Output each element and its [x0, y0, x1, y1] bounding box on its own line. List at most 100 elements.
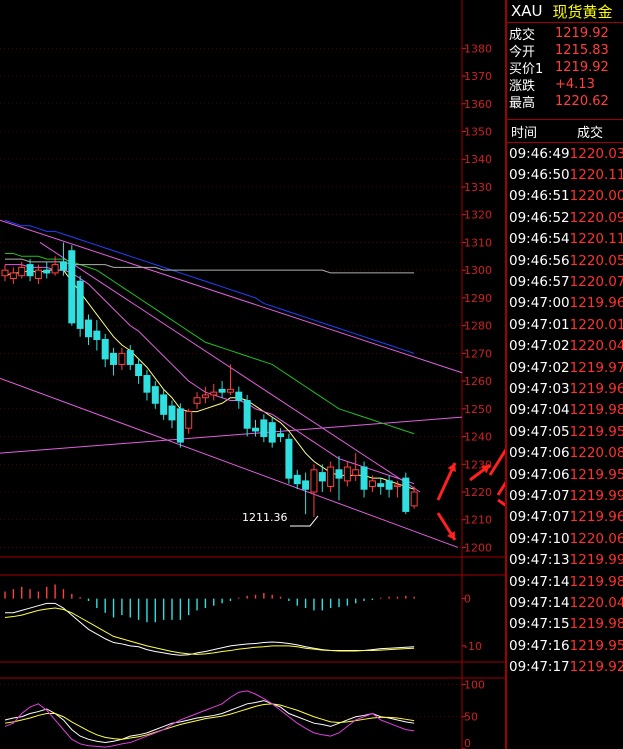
- trade-price: 1219.98: [569, 616, 623, 633]
- oscillator-tick-label: 100: [464, 678, 485, 691]
- quote-row: 买价1 1219.92: [507, 59, 623, 77]
- chart-area[interactable]: 1380 1370 1360 1350 1340 1330 1320 1310 1300 1290…: [0, 0, 505, 749]
- candle-body: [302, 480, 310, 490]
- price-tick-label: 1210: [464, 514, 492, 527]
- trade-price: 1220.08: [569, 445, 623, 462]
- candle-body: [26, 264, 34, 277]
- trade-price: 1219.95: [569, 466, 623, 483]
- candle-body: [168, 405, 176, 421]
- trade-row: 09:47:05 1219.95: [507, 421, 623, 442]
- candle-body: [135, 363, 143, 377]
- trade-time: 09:46:54: [509, 231, 570, 248]
- candle-body: [277, 433, 285, 438]
- trade-price: 1220.11: [569, 167, 623, 184]
- candle-body: [385, 480, 393, 490]
- quote-value: 1220.62: [555, 94, 609, 109]
- trade-row: 09:47:17 1219.92: [507, 656, 623, 677]
- trade-row: 09:47:14 1219.98: [507, 571, 623, 592]
- trade-price: 1219.96: [569, 295, 623, 312]
- trades-time-header: 时间: [511, 125, 538, 141]
- candle-body: [318, 472, 326, 482]
- candle-body: [343, 466, 351, 482]
- trade-time: 09:47:16: [509, 637, 570, 654]
- candle-body: [393, 484, 401, 487]
- candle-body: [9, 272, 17, 279]
- trade-time: 09:46:51: [509, 188, 570, 205]
- trade-time: 09:47:01: [509, 316, 570, 333]
- trade-time: 09:47:00: [509, 295, 570, 312]
- moving-average-line: [4, 269, 415, 490]
- trade-row: 09:47:06 1220.08: [507, 442, 623, 463]
- price-tick-label: 1290: [464, 292, 492, 305]
- candle-body: [335, 469, 343, 479]
- trade-price: 1220.07: [569, 274, 623, 291]
- candle-body: [160, 394, 168, 415]
- candle-body: [51, 264, 59, 274]
- candle-body: [360, 466, 368, 490]
- candle-body: [410, 491, 418, 507]
- candle-body: [268, 422, 276, 443]
- candle-body: [93, 330, 101, 340]
- trade-time: 09:46:52: [509, 209, 570, 226]
- candle-body: [68, 250, 76, 324]
- price-tick-label: 1200: [464, 541, 492, 554]
- candle-body: [293, 474, 301, 485]
- trade-price: 1220.06: [569, 530, 623, 547]
- trend-line: [0, 416, 463, 454]
- arrow-drawing: [488, 448, 505, 476]
- trend-line: [0, 377, 459, 548]
- trades-list[interactable]: 09:46:49 1220.03 09:46:50 1220.11 09:46:51 12…: [507, 143, 623, 678]
- chart-canvas[interactable]: 1380 1370 1360 1350 1340 1330 1320 1310 1300 1290…: [0, 0, 505, 749]
- candle-body: [193, 397, 201, 404]
- trade-row: 09:47:02 1220.04: [507, 336, 623, 357]
- price-tick-label: 1300: [464, 264, 492, 277]
- candle-body: [43, 269, 51, 274]
- candle-body: [310, 469, 318, 493]
- trade-price: 1219.92: [569, 659, 623, 676]
- trade-time: 09:46:56: [509, 252, 570, 269]
- candle-body: [143, 375, 151, 393]
- candle-body: [285, 438, 293, 479]
- moving-average-line: [5, 253, 415, 435]
- price-tick-label: 1320: [464, 209, 492, 222]
- trade-row: 09:46:54 1220.11: [507, 229, 623, 250]
- oscillator-tick-label: 50: [464, 711, 478, 724]
- price-tick-label: 1240: [464, 431, 492, 444]
- candle-body: [327, 466, 335, 487]
- price-tick-label: 1260: [464, 375, 492, 388]
- trade-row: 09:47:15 1219.98: [507, 614, 623, 635]
- candle-body: [126, 350, 134, 365]
- histogram-tick-label: -10: [464, 640, 482, 653]
- trade-time: 09:47:06: [509, 466, 570, 483]
- quote-row: 最高 1220.62: [507, 93, 623, 111]
- candle-body: [243, 399, 251, 429]
- trade-row: 09:46:51 1220.00: [507, 186, 623, 207]
- indicator-line: [4, 607, 415, 655]
- candle-body: [218, 388, 226, 393]
- price-tick-label: 1270: [464, 347, 492, 360]
- trade-row: 09:47:07 1219.96: [507, 507, 623, 528]
- trade-time: 09:47:07: [509, 509, 570, 526]
- trade-row: 09:47:01 1220.01: [507, 314, 623, 335]
- symbol-label: XAU: [511, 2, 543, 20]
- trade-price: 1219.98: [569, 573, 623, 590]
- trade-row: 09:46:49 1220.03: [507, 143, 623, 164]
- trade-row: 09:46:57 1220.07: [507, 271, 623, 292]
- candle-body: [352, 469, 360, 476]
- quote-summary: 成交 1219.92 今开 1215.83 买价1 1219.92 涨跌 +4.13 最高 122…: [507, 23, 623, 120]
- candle-body: [368, 480, 376, 487]
- quote-value: 1219.92: [555, 26, 609, 41]
- trade-time: 09:47:06: [509, 445, 570, 462]
- trade-row: 09:46:50 1220.11: [507, 164, 623, 185]
- quote-value: +4.13: [555, 77, 595, 92]
- price-tick-label: 1360: [464, 98, 492, 111]
- candle-body: [176, 408, 184, 443]
- quote-row: 成交 1219.92: [507, 25, 623, 43]
- trade-price: 1220.04: [569, 594, 623, 611]
- trade-time: 09:46:50: [509, 167, 570, 184]
- trade-price: 1220.05: [569, 252, 623, 269]
- price-tick-label: 1370: [464, 70, 492, 83]
- trade-row: 09:46:56 1220.05: [507, 250, 623, 271]
- histogram-tick-label: 0: [464, 593, 471, 606]
- quote-label: 最高: [509, 96, 536, 111]
